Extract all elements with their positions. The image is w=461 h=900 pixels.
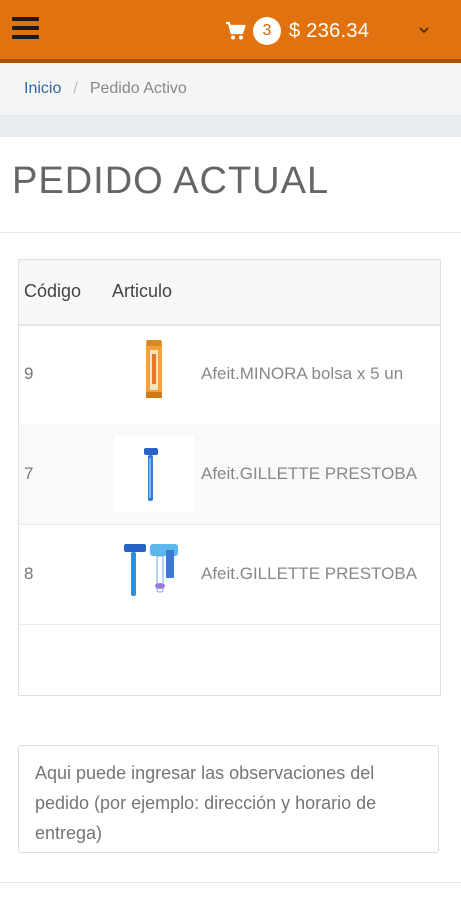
item-code: 8 — [24, 564, 34, 583]
divider — [0, 882, 461, 883]
cart-button[interactable]: 3 $ 236.34 — [225, 16, 369, 46]
breadcrumb-current: Pedido Activo — [89, 80, 187, 97]
section-divider — [0, 115, 461, 137]
breadcrumb-home-link[interactable]: Inicio — [24, 80, 61, 98]
observations-textarea[interactable] — [18, 745, 439, 853]
table-row[interactable]: 7 Afeit.GILLETTE PRESTOBA — [19, 424, 440, 525]
product-image — [146, 340, 162, 398]
chevron-down-icon[interactable] — [418, 24, 430, 36]
cart-total: $ 236.34 — [289, 19, 370, 42]
top-navbar: 3 $ 236.34 — [0, 0, 461, 63]
menu-icon[interactable] — [12, 17, 39, 39]
table-row[interactable]: 8 Afeit.GILLETTE PRESTOBA — [19, 524, 440, 625]
table-row[interactable]: 9 Afeit.MINORA bolsa x 5 un — [19, 324, 440, 425]
page-title: PEDIDO ACTUAL — [12, 160, 330, 202]
breadcrumb-separator: / — [73, 80, 78, 97]
item-code: 9 — [24, 364, 34, 383]
item-name: Afeit.GILLETTE PRESTOBA — [201, 464, 418, 483]
cart-count-badge: 3 — [253, 17, 281, 45]
table-row-empty — [19, 624, 440, 695]
item-name: Afeit.GILLETTE PRESTOBA — [201, 564, 418, 583]
order-table: Código Articulo 9 Afeit.MINORA bolsa x 5… — [18, 259, 441, 696]
item-name: Afeit.MINORA bolsa x 5 un — [201, 364, 404, 383]
column-header-code: Código — [24, 281, 82, 301]
product-image — [114, 436, 194, 512]
column-header-article: Articulo — [112, 281, 173, 301]
item-code: 7 — [24, 464, 34, 483]
breadcrumb: Inicio / Pedido Activo — [0, 63, 461, 115]
divider — [0, 232, 461, 233]
table-header: Código Articulo — [19, 260, 440, 326]
product-image — [124, 544, 178, 596]
shopping-cart-icon — [226, 21, 246, 40]
